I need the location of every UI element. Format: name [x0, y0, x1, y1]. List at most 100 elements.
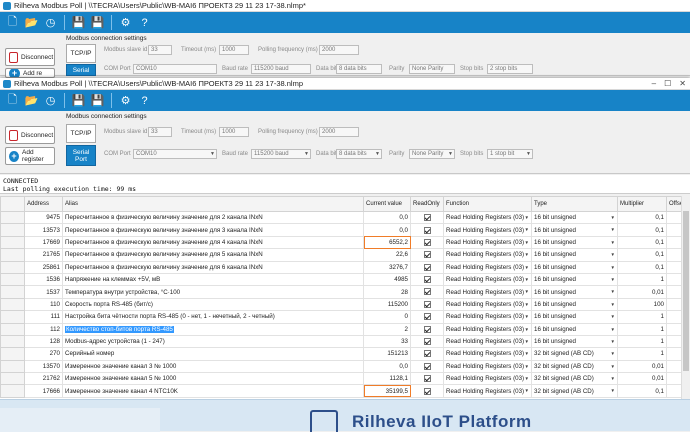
readonly-checkbox[interactable] [424, 251, 431, 258]
col-header-readonly[interactable]: ReadOnly [411, 197, 444, 212]
chevron-down-icon[interactable]: ▼ [611, 376, 615, 381]
cell-type[interactable]: 16 bit unsigned▼ [532, 249, 618, 261]
row-header[interactable] [1, 212, 25, 224]
cell-address[interactable]: 1536 [25, 273, 63, 285]
cell-multiplier[interactable]: 0,1 [618, 385, 667, 397]
row-header[interactable] [1, 360, 25, 372]
col-header-alias[interactable]: Alias [63, 197, 364, 212]
table-row[interactable]: 13573Пересчитанное в физическую величину… [1, 224, 690, 236]
chevron-down-icon[interactable]: ▼ [611, 289, 615, 294]
cell-alias[interactable]: Modbus-адрес устройства (1 - 247) [63, 335, 364, 347]
cell-address[interactable]: 17669 [25, 236, 63, 248]
back-tab-serial[interactable]: Serial [66, 64, 96, 76]
cell-readonly[interactable] [411, 273, 444, 285]
back-slave-id-input[interactable]: 33 [148, 45, 172, 55]
cell-alias[interactable]: Пересчитанное в физическую величину знач… [63, 261, 364, 273]
cell-function[interactable]: Read Holding Registers (03)▼ [444, 373, 532, 385]
cell-alias[interactable]: Настройка бита чётности порта RS-485 (0 … [63, 311, 364, 323]
cell-current-value[interactable]: 151213 [364, 348, 411, 360]
cell-readonly[interactable] [411, 373, 444, 385]
back-timeout-input[interactable]: 1000 [219, 45, 249, 55]
cell-function[interactable]: Read Holding Registers (03)▼ [444, 286, 532, 298]
chevron-down-icon[interactable]: ▼ [611, 227, 615, 232]
readonly-checkbox[interactable] [424, 288, 431, 295]
row-header[interactable] [1, 335, 25, 347]
cell-multiplier[interactable]: 0,01 [618, 373, 667, 385]
cell-readonly[interactable] [411, 360, 444, 372]
back-add-register-button[interactable]: + Add re [5, 68, 55, 78]
row-header[interactable] [1, 273, 25, 285]
table-row[interactable]: 112Количество стоп-битов порта RS-4852Re… [1, 323, 690, 335]
cell-readonly[interactable] [411, 212, 444, 224]
cell-alias[interactable]: Количество стоп-битов порта RS-485 [63, 323, 364, 335]
back-stop-bits-select[interactable]: 2 stop bits [487, 64, 533, 74]
cell-address[interactable]: 13570 [25, 360, 63, 372]
chevron-down-icon[interactable]: ▼ [611, 252, 615, 257]
cell-readonly[interactable] [411, 298, 444, 310]
cell-current-value[interactable]: 6552,2 [364, 236, 411, 248]
cell-multiplier[interactable]: 0,1 [618, 212, 667, 224]
cell-function[interactable]: Read Holding Registers (03)▼ [444, 311, 532, 323]
cell-function[interactable]: Read Holding Registers (03)▼ [444, 273, 532, 285]
cell-alias[interactable]: Измеренное значение канал 5 № 1000 [63, 373, 364, 385]
cell-function[interactable]: Read Holding Registers (03)▼ [444, 212, 532, 224]
cell-address[interactable]: 112 [25, 323, 63, 335]
chevron-down-icon[interactable]: ▼ [611, 277, 615, 282]
cell-current-value[interactable]: 0 [364, 311, 411, 323]
settings-icon[interactable]: ⚙ [117, 92, 134, 109]
cell-current-value[interactable]: 1128,1 [364, 373, 411, 385]
col-header-function[interactable]: Function [444, 197, 532, 212]
cell-current-value[interactable]: 115200 [364, 298, 411, 310]
chevron-down-icon[interactable]: ▼ [525, 277, 529, 282]
cell-type[interactable]: 32 bit signed (AB CD)▼ [532, 373, 618, 385]
readonly-checkbox[interactable] [424, 363, 431, 370]
row-header[interactable] [1, 311, 25, 323]
col-header-current-value[interactable]: Current value [364, 197, 411, 212]
chevron-down-icon[interactable]: ▼ [525, 215, 529, 220]
cell-readonly[interactable] [411, 286, 444, 298]
table-row[interactable]: 17669Пересчитанное в физическую величину… [1, 236, 690, 248]
cell-alias[interactable]: Измеренное значение канал 4 NTC10K [63, 385, 364, 397]
readonly-checkbox[interactable] [424, 326, 431, 333]
table-row[interactable]: 270Серийный номер151213Read Holding Regi… [1, 348, 690, 360]
readonly-checkbox[interactable] [424, 214, 431, 221]
chevron-down-icon[interactable]: ▼ [525, 388, 529, 393]
cell-address[interactable]: 270 [25, 348, 63, 360]
cell-address[interactable]: 17666 [25, 385, 63, 397]
cell-address[interactable]: 1537 [25, 286, 63, 298]
new-file-icon[interactable]: 🗋 [4, 92, 21, 109]
slave-id-input[interactable]: 33 [148, 127, 172, 137]
col-header-multiplier[interactable]: Multiplier [618, 197, 667, 212]
cell-function[interactable]: Read Holding Registers (03)▼ [444, 323, 532, 335]
readonly-checkbox[interactable] [424, 301, 431, 308]
help-icon[interactable]: ? [136, 14, 153, 31]
cell-type[interactable]: 16 bit unsigned▼ [532, 273, 618, 285]
save-icon[interactable]: 💾 [70, 14, 87, 31]
row-header[interactable] [1, 298, 25, 310]
cell-multiplier[interactable]: 0,1 [618, 261, 667, 273]
open-folder-icon[interactable]: 📂 [23, 92, 40, 109]
table-row[interactable]: 21765Пересчитанное в физическую величину… [1, 249, 690, 261]
table-row[interactable]: 21762Измеренное значение канал 5 № 10001… [1, 373, 690, 385]
readonly-checkbox[interactable] [424, 338, 431, 345]
row-header[interactable] [1, 236, 25, 248]
cell-multiplier[interactable]: 1 [618, 348, 667, 360]
save-icon[interactable]: 💾 [70, 92, 87, 109]
cell-alias[interactable]: Измеренное значение канал 3 № 1000 [63, 360, 364, 372]
chevron-down-icon[interactable]: ▼ [525, 240, 529, 245]
cell-current-value[interactable]: 0,0 [364, 212, 411, 224]
back-disconnect-button[interactable]: Disconnect [5, 48, 55, 66]
clock-icon[interactable]: ◷ [42, 14, 59, 31]
cell-function[interactable]: Read Holding Registers (03)▼ [444, 236, 532, 248]
open-folder-icon[interactable]: 📂 [23, 14, 40, 31]
chevron-down-icon[interactable]: ▼ [525, 327, 529, 332]
cell-alias[interactable]: Температура внутри устройства, °C·100 [63, 286, 364, 298]
back-com-port-select[interactable]: COM10 [133, 64, 217, 74]
timeout-input[interactable]: 1000 [219, 127, 249, 137]
chevron-down-icon[interactable]: ▼ [611, 240, 615, 245]
cell-address[interactable]: 21765 [25, 249, 63, 261]
readonly-checkbox[interactable] [424, 350, 431, 357]
chevron-down-icon[interactable]: ▼ [525, 252, 529, 257]
minimize-icon[interactable]: – [652, 79, 656, 88]
cell-alias[interactable]: Серийный номер [63, 348, 364, 360]
